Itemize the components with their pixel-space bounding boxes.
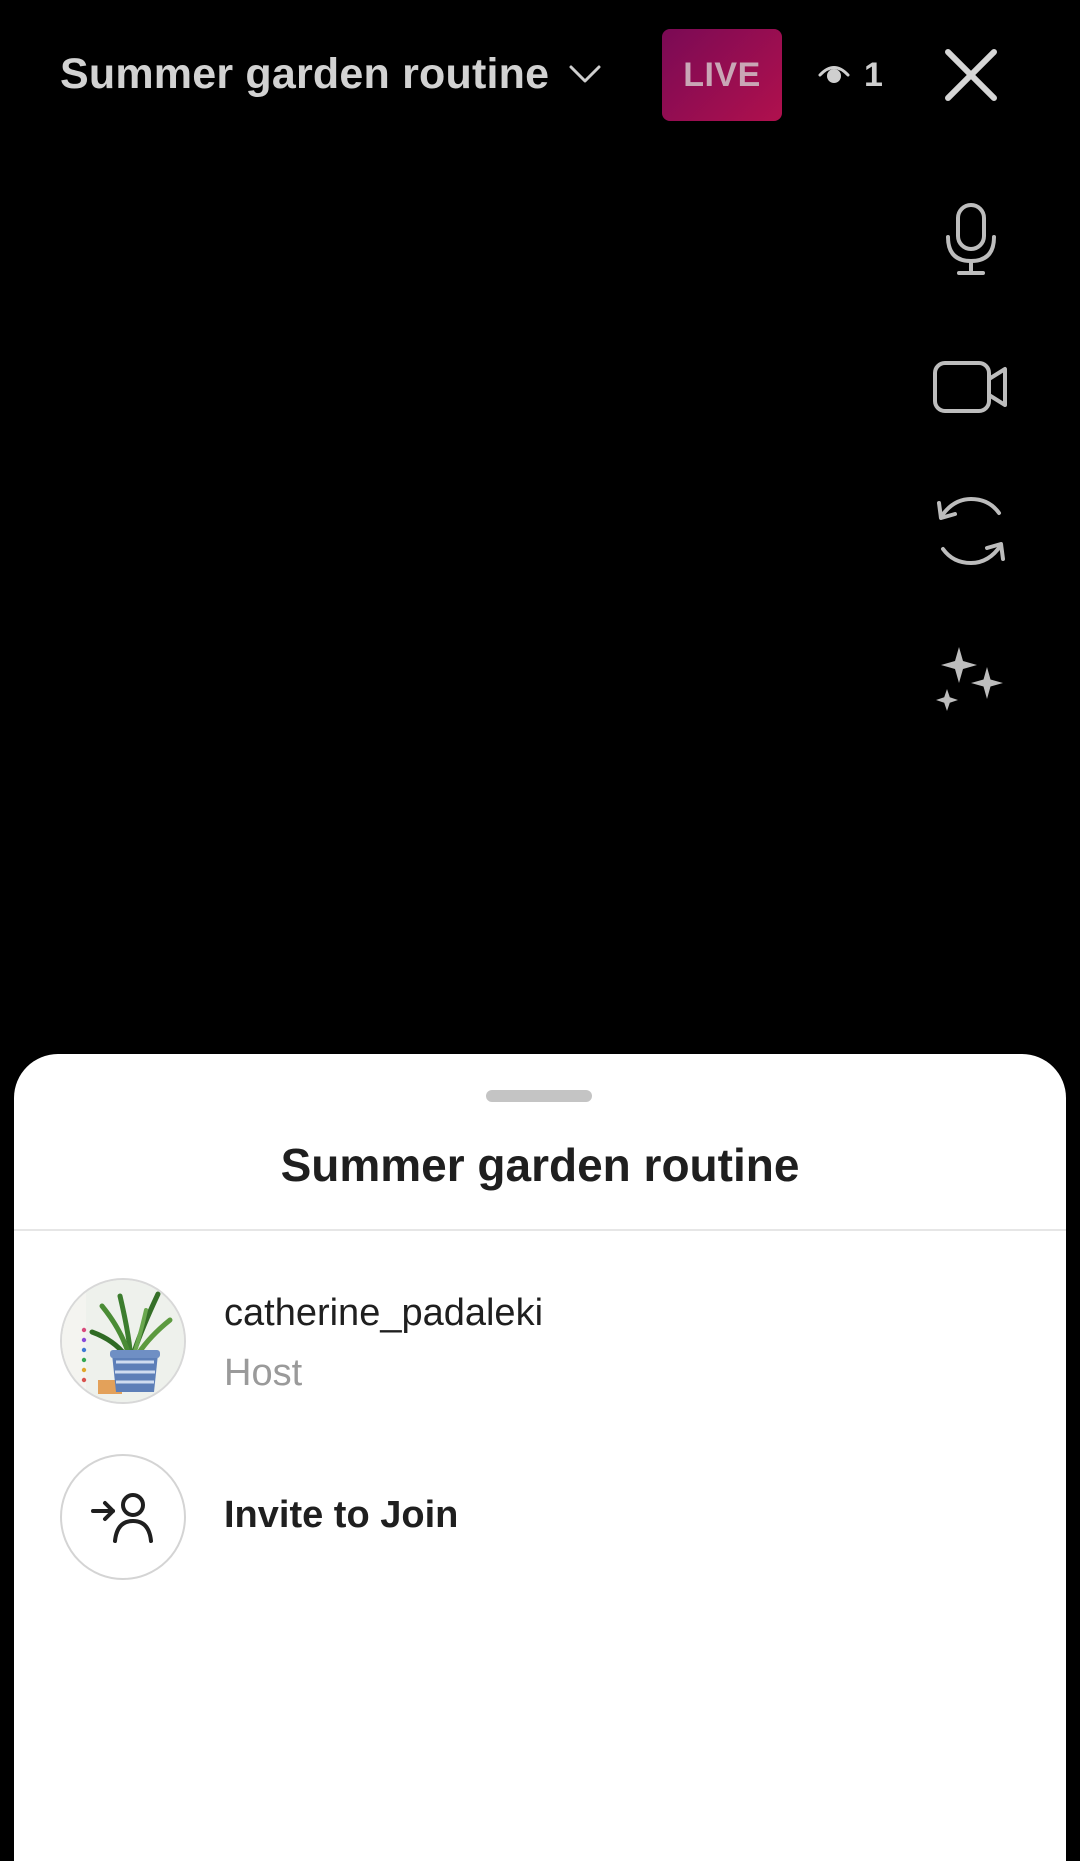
sheet-drag-handle[interactable] xyxy=(486,1090,592,1102)
participant-row-host[interactable]: catherine_padaleki Host xyxy=(14,1278,1066,1408)
stream-title: Summer garden routine xyxy=(60,49,550,98)
invite-to-join-label: Invite to Join xyxy=(224,1494,459,1536)
microphone-button[interactable] xyxy=(928,196,1014,282)
participant-role: Host xyxy=(224,1352,303,1394)
divider xyxy=(14,1229,1066,1231)
live-badge: LIVE xyxy=(662,29,782,121)
live-stream-screen: Summer garden routine LIVE 1 Summer gard… xyxy=(0,0,1080,1861)
viewer-counter[interactable]: 1 xyxy=(816,50,883,100)
top-bar: Summer garden routine LIVE 1 xyxy=(0,0,1080,150)
video-camera-icon xyxy=(933,361,1007,413)
viewer-count: 1 xyxy=(864,55,883,94)
close-icon xyxy=(945,49,997,101)
add-person-icon xyxy=(91,1493,153,1543)
invite-to-join-row[interactable]: Invite to Join xyxy=(14,1454,1066,1584)
effects-button[interactable] xyxy=(928,636,1014,722)
sheet-title: Summer garden routine xyxy=(280,1139,800,1191)
flip-camera-icon xyxy=(937,496,1005,566)
stream-title-dropdown[interactable]: Summer garden routine xyxy=(60,44,603,104)
close-button[interactable] xyxy=(940,44,1002,106)
invite-icon-circle[interactable] xyxy=(60,1454,186,1580)
camera-button[interactable] xyxy=(928,344,1014,430)
microphone-icon xyxy=(946,203,996,275)
eye-icon xyxy=(816,57,852,93)
live-label: LIVE xyxy=(683,55,761,94)
participant-username: catherine_padaleki xyxy=(224,1292,544,1334)
chevron-down-icon xyxy=(567,56,603,92)
flip-camera-button[interactable] xyxy=(928,488,1014,574)
sparkles-icon xyxy=(936,647,1003,711)
plant-avatar-image xyxy=(62,1280,184,1402)
participants-sheet: Summer garden routine catherine_padaleki… xyxy=(14,1054,1066,1861)
avatar[interactable] xyxy=(60,1278,186,1404)
